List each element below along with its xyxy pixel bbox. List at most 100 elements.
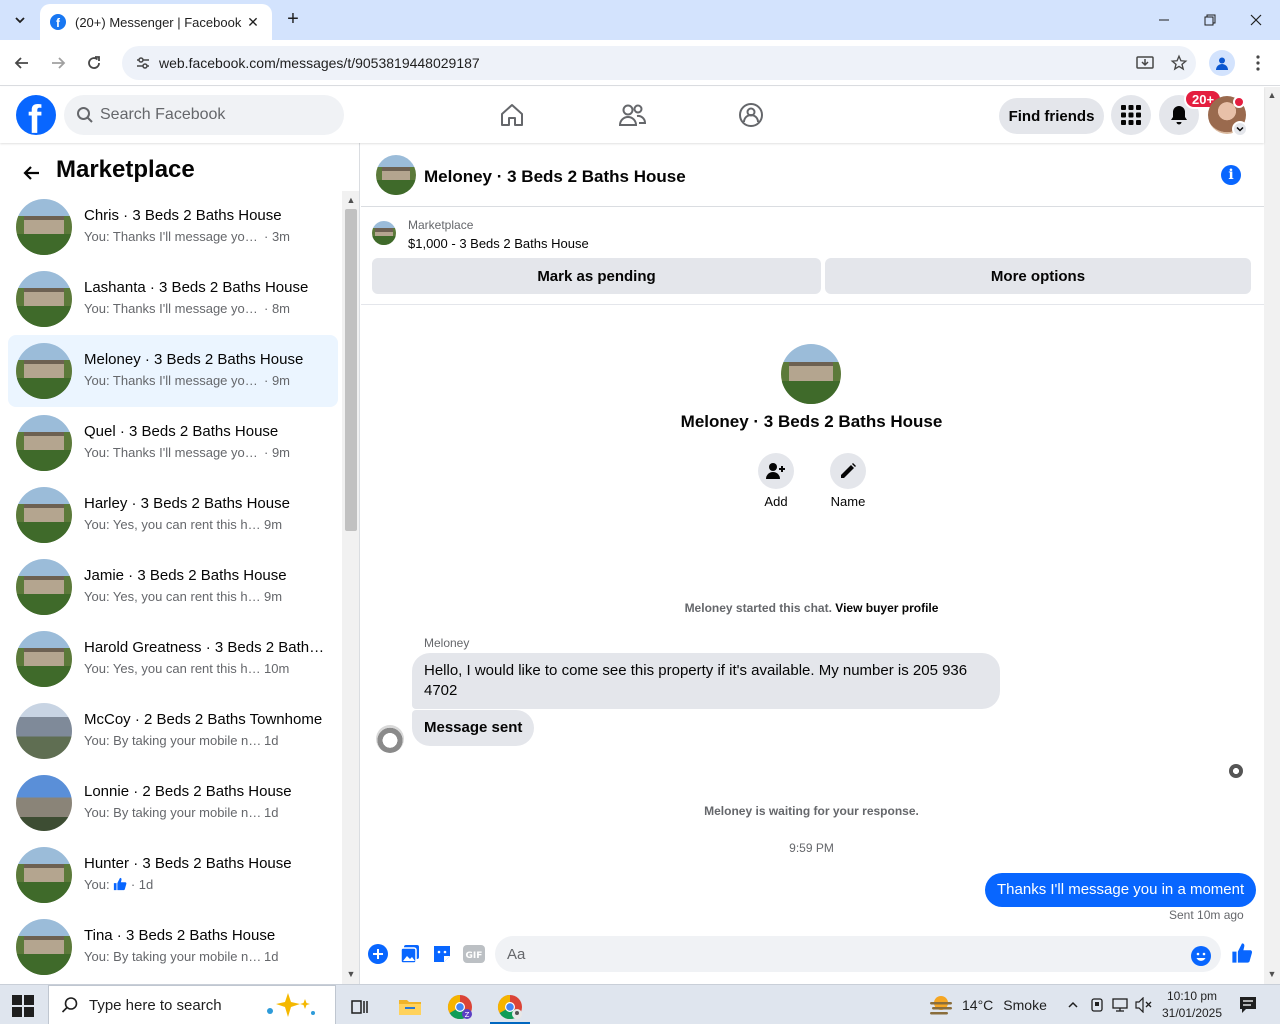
- reload-button[interactable]: [81, 50, 107, 76]
- conversation-name: Hunter · 3 Beds 2 Baths House: [84, 855, 292, 872]
- scroll-down-arrow-icon[interactable]: ▼: [345, 969, 357, 979]
- groups-nav-button[interactable]: [735, 99, 767, 131]
- sidebar-scrollbar-thumb[interactable]: [345, 209, 357, 531]
- network-icon[interactable]: [1110, 995, 1130, 1015]
- account-status-dot: [1233, 96, 1245, 108]
- weather-smoke-icon: [930, 996, 952, 1015]
- folder-icon: [399, 1000, 421, 1015]
- listing-title[interactable]: $1,000 - 3 Beds 2 Baths House: [408, 236, 589, 251]
- conversation-name: Lashanta · 3 Beds 2 Baths House: [84, 279, 309, 296]
- conversation-avatar: [16, 703, 72, 759]
- scroll-up-arrow-icon[interactable]: ▲: [345, 195, 357, 205]
- meet-now-icon[interactable]: [1087, 995, 1107, 1015]
- conversation-name: Harold Greatness · 3 Beds 2 Baths House: [84, 639, 330, 656]
- sticker-button[interactable]: [431, 943, 453, 965]
- restore-button[interactable]: [1187, 0, 1233, 40]
- info-icon[interactable]: i: [1221, 165, 1241, 185]
- conversation-snippet: You: · 1d: [84, 877, 154, 892]
- forward-button[interactable]: [45, 50, 71, 76]
- conversation-item[interactable]: Harold Greatness · 3 Beds 2 Baths House …: [8, 623, 338, 695]
- bookmark-star-icon[interactable]: [1162, 46, 1196, 80]
- new-tab-button[interactable]: +: [282, 8, 304, 32]
- like-button[interactable]: [1230, 941, 1254, 965]
- chrome-profile-z-button[interactable]: Z: [436, 989, 484, 1024]
- attach-photo-button[interactable]: [399, 943, 421, 965]
- address-bar[interactable]: web.facebook.com/messages/t/905381944802…: [122, 46, 1196, 80]
- conversation-snippet: You: Thanks I'll message you in a moment: [84, 229, 262, 244]
- groups-icon: [739, 103, 763, 127]
- conversation-item[interactable]: Quel · 3 Beds 2 Baths House You: Thanks …: [8, 407, 338, 479]
- conversation-item-active[interactable]: Meloney · 3 Beds 2 Baths House You: Than…: [8, 335, 338, 407]
- conversation-item[interactable]: Lonnie · 2 Beds 2 Baths House You: By ta…: [8, 767, 338, 839]
- conversation-item[interactable]: Lashanta · 3 Beds 2 Baths House You: Tha…: [8, 263, 338, 335]
- more-options-button[interactable]: More options: [825, 258, 1251, 294]
- chat-avatar[interactable]: [376, 155, 416, 195]
- message-composer[interactable]: [495, 936, 1221, 972]
- conversation-name: McCoy · 2 Beds 2 Baths Townhome: [84, 711, 323, 728]
- page-scroll-down-icon[interactable]: ▼: [1266, 969, 1278, 979]
- page-scrollbar[interactable]: [1264, 87, 1280, 984]
- view-buyer-profile-link[interactable]: View buyer profile: [835, 601, 938, 615]
- facebook-search-box[interactable]: [64, 95, 344, 135]
- back-button[interactable]: [9, 50, 35, 76]
- home-nav-button[interactable]: [496, 99, 528, 131]
- task-view-button[interactable]: [336, 989, 384, 1024]
- emoji-icon[interactable]: [1191, 946, 1211, 966]
- close-window-button[interactable]: [1233, 0, 1279, 40]
- find-friends-button[interactable]: Find friends: [999, 98, 1104, 134]
- message-input[interactable]: [507, 945, 1147, 963]
- tab-search-dropdown[interactable]: [6, 6, 34, 34]
- conversation-time: 1d: [264, 733, 279, 748]
- browser-menu-icon[interactable]: [1248, 50, 1268, 76]
- facebook-search-input[interactable]: [100, 106, 330, 124]
- windows-start-icon[interactable]: [12, 995, 34, 1017]
- minimize-button[interactable]: [1141, 0, 1187, 40]
- conversation-item[interactable]: Chris · 3 Beds 2 Baths House You: Thanks…: [8, 191, 338, 263]
- add-people-action[interactable]: Add: [748, 453, 804, 509]
- tab-close-icon[interactable]: ✕: [244, 14, 262, 31]
- conversation-item[interactable]: Jamie · 3 Beds 2 Baths House You: Yes, y…: [8, 551, 338, 623]
- conversation-avatar: [16, 775, 72, 831]
- weather-temperature: 14°C: [962, 997, 994, 1013]
- facebook-logo-icon[interactable]: f: [16, 95, 56, 135]
- mark-as-pending-button[interactable]: Mark as pending: [372, 258, 821, 294]
- taskbar-clock[interactable]: 10:10 pm 31/01/2025: [1157, 988, 1227, 1022]
- account-chevron-icon[interactable]: [1232, 121, 1248, 137]
- name-chat-action[interactable]: Name: [820, 453, 876, 509]
- conversation-snippet: You: Thanks I'll message you in a moment: [84, 445, 262, 460]
- task-view-icon: [351, 1000, 368, 1014]
- weather-widget[interactable]: 14°C Smoke: [928, 993, 1047, 1017]
- url-text[interactable]: web.facebook.com/messages/t/905381944802…: [159, 55, 1128, 71]
- chrome-active-button[interactable]: [486, 989, 534, 1024]
- conversation-item[interactable]: McCoy · 2 Beds 2 Baths Townhome You: By …: [8, 695, 338, 767]
- conversation-time: · 9m: [264, 373, 290, 388]
- conversation-name: Chris · 3 Beds 2 Baths House: [84, 207, 282, 224]
- sender-avatar[interactable]: [376, 725, 404, 753]
- outgoing-message-bubble[interactable]: Thanks I'll message you in a moment: [985, 873, 1257, 907]
- site-settings-icon[interactable]: [134, 54, 152, 72]
- conversation-name: Lonnie · 2 Beds 2 Baths House: [84, 783, 292, 800]
- hidden-icons-chevron-icon[interactable]: [1063, 995, 1083, 1015]
- volume-muted-icon[interactable]: [1134, 995, 1154, 1015]
- conversation-item[interactable]: Harley · 3 Beds 2 Baths House You: Yes, …: [8, 479, 338, 551]
- install-app-icon[interactable]: [1128, 46, 1162, 80]
- conversation-item[interactable]: Hunter · 3 Beds 2 Baths House You: · 1d: [8, 839, 338, 911]
- conversation-time: 9m: [264, 589, 283, 604]
- friends-nav-button[interactable]: [616, 99, 648, 131]
- incoming-message-bubble[interactable]: Hello, I would like to come see this pro…: [412, 653, 1000, 709]
- listing-thumbnail[interactable]: [372, 221, 396, 245]
- notification-center-icon[interactable]: [1238, 995, 1258, 1015]
- message-sent-bubble[interactable]: Message sent: [412, 710, 535, 746]
- page-scroll-up-icon[interactable]: ▲: [1266, 90, 1278, 100]
- chat-title[interactable]: Meloney · 3 Beds 2 Baths House: [424, 167, 686, 187]
- more-actions-button[interactable]: [367, 943, 389, 965]
- gif-button[interactable]: GIF: [463, 943, 485, 965]
- browser-profile-icon[interactable]: [1209, 50, 1235, 76]
- search-highlight-icon: [266, 993, 315, 1017]
- conversation-item[interactable]: Tina · 3 Beds 2 Baths House You: By taki…: [8, 911, 338, 983]
- menu-button[interactable]: [1111, 95, 1151, 135]
- taskbar-search-box[interactable]: Type here to search: [48, 985, 336, 1024]
- back-to-chats-button[interactable]: [16, 157, 48, 189]
- file-explorer-button[interactable]: [386, 989, 434, 1024]
- browser-tab[interactable]: f (20+) Messenger | Facebook ✕: [40, 4, 272, 40]
